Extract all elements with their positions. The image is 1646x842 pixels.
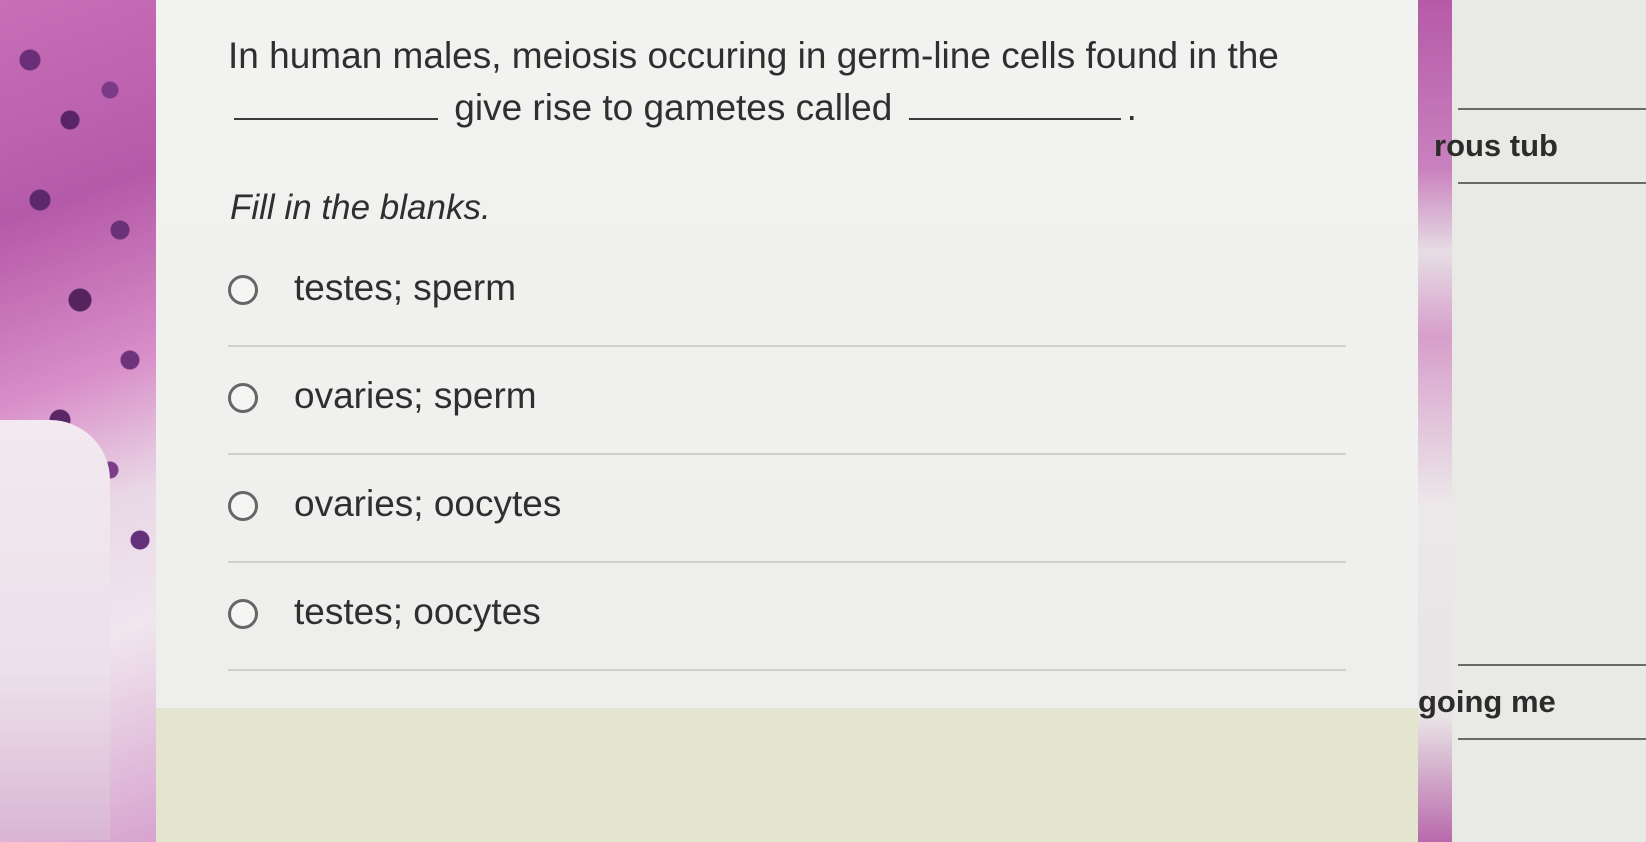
option-divider: [228, 345, 1346, 347]
adjacent-text-snippet-1: rous tub: [1434, 128, 1558, 163]
fill-blank-1: [234, 88, 438, 120]
answer-option-label[interactable]: testes; oocytes: [294, 591, 541, 633]
divider-line: [1458, 108, 1646, 110]
answer-option-1[interactable]: testes; sperm: [228, 267, 1346, 383]
fill-blank-2: [908, 88, 1121, 120]
answer-option-2[interactable]: ovaries; sperm: [228, 375, 1346, 491]
option-divider: [228, 669, 1346, 671]
answer-option-4[interactable]: testes; oocytes: [228, 591, 1346, 707]
radio-button[interactable]: [228, 275, 258, 305]
question-text-part-2: give rise to gametes called: [454, 87, 893, 128]
divider-line: [1458, 738, 1646, 740]
divider-line: [1458, 664, 1646, 666]
question-text-end: .: [1126, 87, 1137, 128]
option-divider: [228, 561, 1346, 563]
adjacent-page-panel: rous tub going me: [1418, 0, 1646, 842]
background-histology-image: [0, 0, 162, 842]
answer-option-label[interactable]: ovaries; oocytes: [294, 483, 561, 525]
radio-button[interactable]: [228, 383, 258, 413]
question-text: In human males, meiosis occuring in germ…: [228, 30, 1338, 134]
divider-line: [1458, 182, 1646, 184]
background-histology-pale-region: [0, 420, 110, 840]
option-divider: [228, 453, 1346, 455]
question-card-footer: [156, 708, 1424, 842]
adjacent-text-snippet-2: going me: [1418, 684, 1556, 719]
question-text-part-1: In human males, meiosis occuring in germ…: [228, 35, 1279, 76]
answer-option-3[interactable]: ovaries; oocytes: [228, 483, 1346, 599]
question-instruction: Fill in the blanks.: [230, 188, 491, 227]
radio-button[interactable]: [228, 491, 258, 521]
answer-option-label[interactable]: ovaries; sperm: [294, 375, 537, 417]
radio-button[interactable]: [228, 599, 258, 629]
answer-option-label[interactable]: testes; sperm: [294, 267, 516, 309]
